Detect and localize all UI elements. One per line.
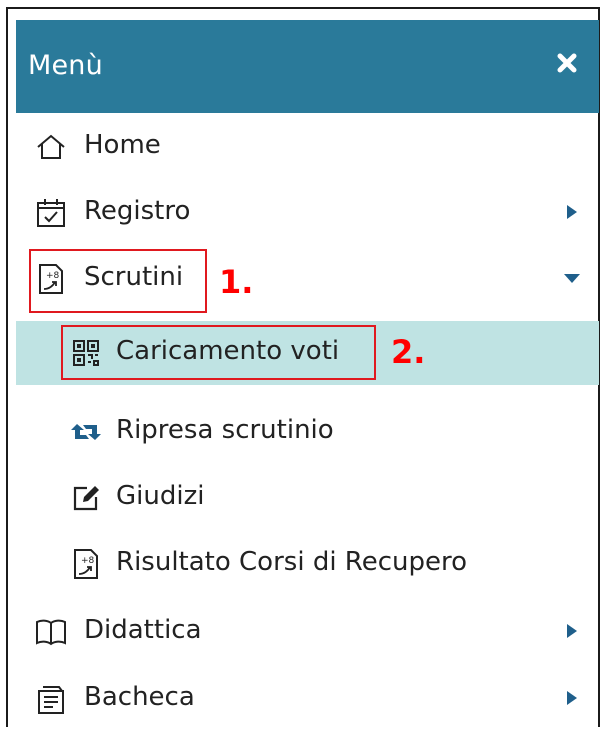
calendar-check-icon xyxy=(34,196,68,230)
menu-item-label: Scrutini xyxy=(84,262,184,292)
submenu-item-ripresa-scrutinio[interactable]: Ripresa scrutinio xyxy=(16,398,599,464)
svg-text:+8: +8 xyxy=(46,271,60,281)
scrutini-icon: +8 xyxy=(69,547,103,581)
chevron-right-icon xyxy=(563,203,581,221)
home-icon xyxy=(34,130,68,164)
menu-item-label: Bacheca xyxy=(84,682,195,712)
menu-title: Menù xyxy=(28,50,103,81)
menu-item-label: Giudizi xyxy=(116,481,205,511)
submenu-item-caricamento-voti[interactable]: Caricamento voti xyxy=(16,321,599,385)
close-button[interactable] xyxy=(553,47,581,79)
menu-item-bacheca[interactable]: Bacheca xyxy=(16,665,599,730)
close-icon xyxy=(557,53,577,73)
menu-item-label: Ripresa scrutinio xyxy=(116,415,334,445)
chevron-right-icon xyxy=(563,689,581,707)
menu-item-label: Registro xyxy=(84,196,191,226)
menu-item-label: Home xyxy=(84,130,161,160)
chevron-down-icon xyxy=(563,269,581,287)
menu-item-registro[interactable]: Registro xyxy=(16,179,599,245)
menu-item-didattica[interactable]: Didattica xyxy=(16,598,599,664)
submenu-item-risultato-corsi-recupero[interactable]: +8 Risultato Corsi di Recupero xyxy=(16,530,599,596)
annotation-step1-label: 1. xyxy=(219,263,254,301)
menu-item-scrutini[interactable]: +8 Scrutini xyxy=(16,245,599,311)
svg-text:+8: +8 xyxy=(81,556,95,566)
chevron-right-icon xyxy=(563,622,581,640)
board-icon xyxy=(34,682,68,716)
menu-header: Menù xyxy=(16,20,599,113)
menu-item-label: Caricamento voti xyxy=(116,336,340,366)
menu-item-label: Didattica xyxy=(84,615,202,645)
retweet-icon xyxy=(69,415,103,449)
side-menu: Menù Home Registro +8 Scrutini Caricamen… xyxy=(16,20,599,730)
book-icon xyxy=(34,615,68,649)
menu-item-home[interactable]: Home xyxy=(16,113,599,179)
qr-grid-icon xyxy=(69,336,103,370)
submenu-item-giudizi[interactable]: Giudizi xyxy=(16,464,599,530)
scrutini-icon: +8 xyxy=(34,262,68,296)
annotation-step2-label: 2. xyxy=(391,333,426,371)
edit-icon xyxy=(69,481,103,515)
menu-item-label: Risultato Corsi di Recupero xyxy=(116,547,467,577)
